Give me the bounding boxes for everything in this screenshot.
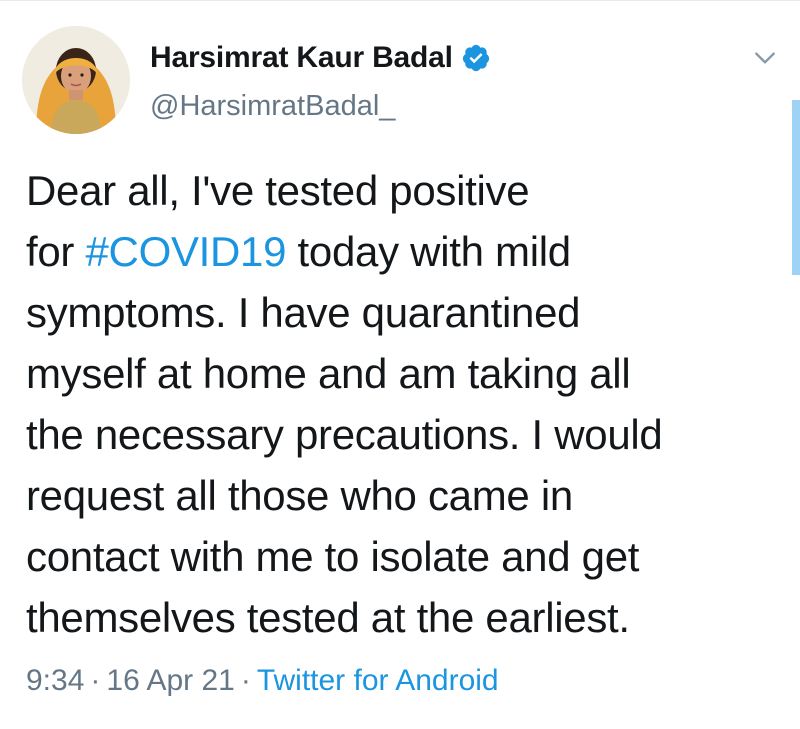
text-segment: myself at home and am taking all — [26, 350, 631, 397]
text-segment: Dear all, I've tested positive — [26, 167, 530, 214]
hashtag-link[interactable]: #COVID19 — [85, 228, 286, 275]
avatar-image — [22, 26, 130, 134]
text-segment: contact with me to isolate and get — [26, 533, 640, 580]
tweet-text-line: myself at home and am taking all — [26, 343, 786, 404]
verified-badge-icon — [462, 44, 489, 72]
text-segment: symptoms. I have quarantined — [26, 289, 581, 336]
text-segment: the necessary precautions. I would — [26, 411, 663, 458]
tweet-text-line: symptoms. I have quarantined — [26, 282, 786, 343]
divider — [0, 0, 800, 1]
tweet-source-link[interactable]: Twitter for Android — [257, 664, 499, 697]
text-segment: today with mild — [286, 228, 572, 275]
tweet-card: Harsimrat Kaur Badal @HarsimratBadal_ De… — [0, 0, 800, 729]
tweet-text-line: the necessary precautions. I would — [26, 404, 786, 465]
text-segment: for — [26, 228, 86, 275]
meta-separator: · — [240, 664, 251, 697]
tweet-text-line: request all those who came in — [26, 465, 786, 526]
tweet-text: Dear all, I've tested positive for #COVI… — [26, 160, 786, 648]
author-display-name[interactable]: Harsimrat Kaur Badal — [150, 41, 453, 75]
tweet-text-line: for #COVID19 today with mild — [26, 221, 786, 282]
text-segment: themselves tested at the earliest. — [26, 594, 630, 641]
tweet-text-line: Dear all, I've tested positive — [26, 160, 786, 221]
chevron-down-icon[interactable] — [752, 45, 778, 71]
tweet-text-line: contact with me to isolate and get — [26, 526, 786, 587]
author-handle[interactable]: @HarsimratBadal_ — [150, 90, 395, 123]
tweet-date[interactable]: 16 Apr 21 — [106, 664, 234, 697]
avatar[interactable] — [22, 26, 130, 134]
tweet-time[interactable]: 9:34 — [26, 664, 84, 697]
scrollbar[interactable] — [792, 100, 800, 275]
tweet-meta: 9:34 · 16 Apr 21 · Twitter for Android — [26, 664, 499, 698]
meta-separator: · — [90, 664, 101, 697]
text-segment: request all those who came in — [26, 472, 573, 519]
tweet-text-line: themselves tested at the earliest. — [26, 587, 786, 648]
author-name-row[interactable]: Harsimrat Kaur Badal — [150, 38, 491, 78]
